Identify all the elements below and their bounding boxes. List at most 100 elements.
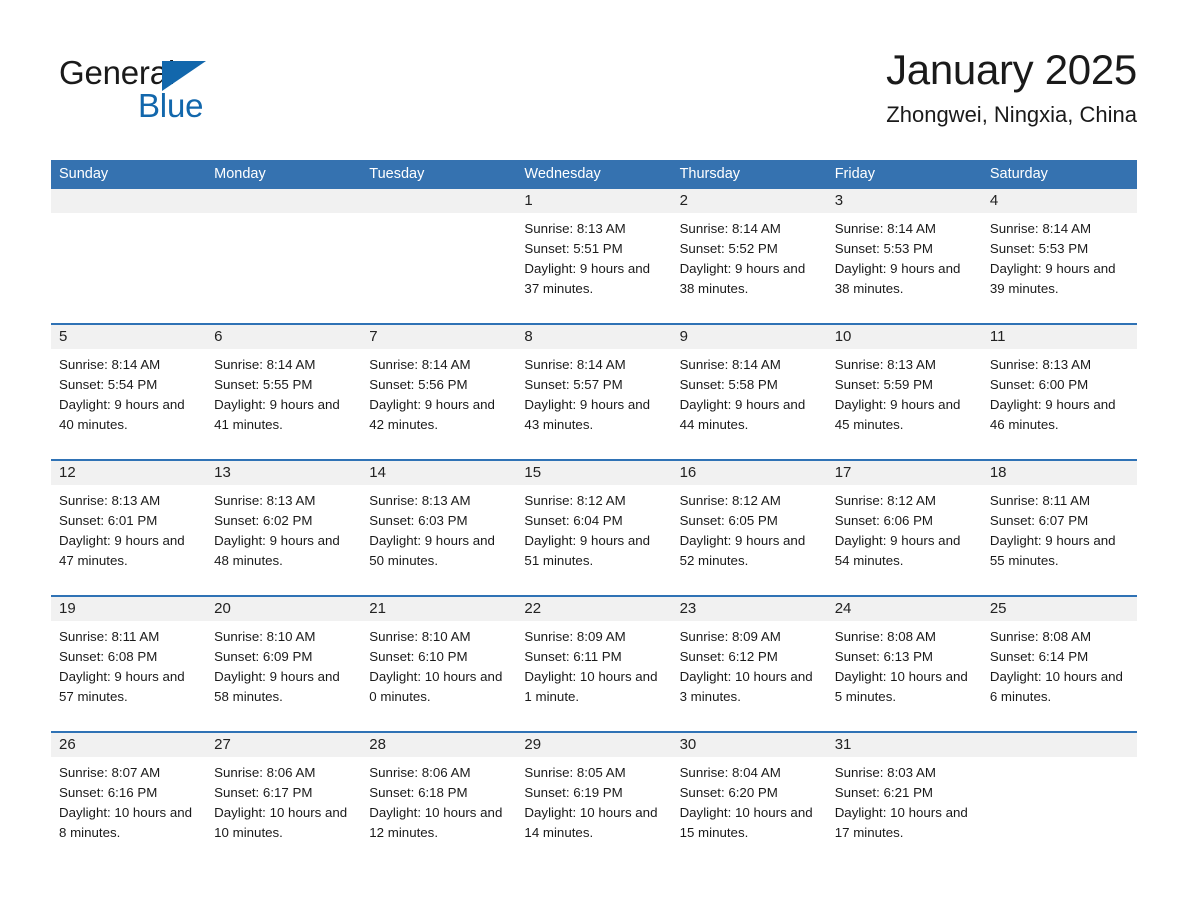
calendar-day-cell[interactable]: 17 Sunrise: 8:12 AM Sunset: 6:06 PM Dayligh… xyxy=(826,459,982,596)
sunset-text: Sunset: 5:53 PM xyxy=(834,241,934,256)
sunrise-text: Sunrise: 8:13 AM xyxy=(214,493,316,508)
daylight-text: Daylight: 10 hours and 0 minutes. xyxy=(369,669,503,704)
day-cell-inner: 23 Sunrise: 8:09 AM Sunset: 6:12 PM Dayligh… xyxy=(671,597,827,731)
day-cell-details: Sunrise: 8:09 AM Sunset: 6:11 PM Daylight:… xyxy=(516,621,671,707)
day-number-band: 11 xyxy=(981,325,1137,349)
calendar-day-cell[interactable]: 9 Sunrise: 8:14 AM Sunset: 5:58 PM Daylight… xyxy=(671,323,827,460)
calendar-day-cell[interactable]: 31 Sunrise: 8:03 AM Sunset: 6:21 PM Dayligh… xyxy=(826,731,982,867)
calendar-day-cell[interactable]: 14 Sunrise: 8:13 AM Sunset: 6:03 PM Dayligh… xyxy=(361,459,517,596)
calendar-day-cell-empty xyxy=(206,189,362,324)
calendar-day-cell[interactable]: 29 Sunrise: 8:05 AM Sunset: 6:19 PM Dayligh… xyxy=(516,731,672,867)
day-number: 28 xyxy=(369,736,386,753)
calendar-day-cell[interactable]: 5 Sunrise: 8:14 AM Sunset: 5:54 PM Daylight… xyxy=(51,323,207,460)
sunset-text: Sunset: 6:20 PM xyxy=(679,785,778,800)
calendar-day-cell[interactable]: 23 Sunrise: 8:09 AM Sunset: 6:12 PM Dayligh… xyxy=(671,595,827,732)
sunset-text: Sunset: 5:55 PM xyxy=(214,377,313,392)
day-cell-inner: 24 Sunrise: 8:08 AM Sunset: 6:13 PM Dayligh… xyxy=(826,597,982,731)
day-cell-details: Sunrise: 8:11 AM Sunset: 6:07 PM Daylight:… xyxy=(982,485,1137,571)
calendar-day-cell[interactable]: 18 Sunrise: 8:11 AM Sunset: 6:07 PM Dayligh… xyxy=(981,459,1137,596)
calendar-day-cell[interactable]: 6 Sunrise: 8:14 AM Sunset: 5:55 PM Daylight… xyxy=(206,323,362,460)
daylight-text: Daylight: 9 hours and 43 minutes. xyxy=(524,397,651,432)
day-number: 8 xyxy=(524,328,533,345)
sunrise-text: Sunrise: 8:09 AM xyxy=(524,629,626,644)
sunset-text: Sunset: 6:07 PM xyxy=(989,513,1089,528)
calendar-day-cell[interactable]: 19 Sunrise: 8:11 AM Sunset: 6:08 PM Dayligh… xyxy=(51,595,207,732)
calendar-day-cell[interactable]: 21 Sunrise: 8:10 AM Sunset: 6:10 PM Dayligh… xyxy=(361,595,517,732)
sunset-text: Sunset: 6:19 PM xyxy=(524,785,623,800)
calendar-day-cell-empty xyxy=(51,189,207,324)
daylight-text: Daylight: 10 hours and 5 minutes. xyxy=(834,669,968,704)
sunrise-text: Sunrise: 8:14 AM xyxy=(834,221,936,236)
calendar-day-cell[interactable]: 1 Sunrise: 8:13 AM Sunset: 5:51 PM Daylight… xyxy=(516,189,672,324)
calendar-day-cell[interactable]: 16 Sunrise: 8:12 AM Sunset: 6:05 PM Dayligh… xyxy=(671,459,827,596)
sunrise-text: Sunrise: 8:10 AM xyxy=(214,629,316,644)
weekday-header-tuesday: Tuesday xyxy=(361,160,517,189)
sunset-text: Sunset: 6:05 PM xyxy=(679,513,778,528)
sunrise-text: Sunrise: 8:13 AM xyxy=(524,221,626,236)
day-cell-details: Sunrise: 8:12 AM Sunset: 6:06 PM Daylight:… xyxy=(827,485,982,571)
calendar-day-cell[interactable]: 11 Sunrise: 8:13 AM Sunset: 6:00 PM Dayligh… xyxy=(981,323,1137,460)
calendar-day-cell[interactable]: 3 Sunrise: 8:14 AM Sunset: 5:53 PM Daylight… xyxy=(826,189,982,324)
calendar-day-cell[interactable]: 7 Sunrise: 8:14 AM Sunset: 5:56 PM Daylight… xyxy=(361,323,517,460)
calendar-day-cell[interactable]: 28 Sunrise: 8:06 AM Sunset: 6:18 PM Dayligh… xyxy=(361,731,517,867)
calendar-table: Sunday Monday Tuesday Wednesday Thursday… xyxy=(51,160,1137,867)
sunset-text: Sunset: 5:58 PM xyxy=(679,377,778,392)
day-number: 10 xyxy=(834,328,852,345)
day-number-band: 4 xyxy=(981,189,1137,213)
day-number-band: 21 xyxy=(361,597,517,621)
calendar-day-cell[interactable]: 10 Sunrise: 8:13 AM Sunset: 5:59 PM Dayligh… xyxy=(826,323,982,460)
sunset-text: Sunset: 6:12 PM xyxy=(679,649,778,664)
weekday-header-wednesday: Wednesday xyxy=(516,160,672,189)
day-cell-details: Sunrise: 8:14 AM Sunset: 5:53 PM Daylight:… xyxy=(982,213,1137,299)
day-number-band: 30 xyxy=(671,733,827,757)
calendar-day-cell[interactable]: 13 Sunrise: 8:13 AM Sunset: 6:02 PM Dayligh… xyxy=(206,459,362,596)
day-number-band: 3 xyxy=(826,189,982,213)
day-number-band: 28 xyxy=(361,733,517,757)
sunrise-text: Sunrise: 8:11 AM xyxy=(59,629,160,644)
day-cell-inner: 28 Sunrise: 8:06 AM Sunset: 6:18 PM Dayligh… xyxy=(361,733,517,867)
calendar-day-cell[interactable]: 26 Sunrise: 8:07 AM Sunset: 6:16 PM Dayligh… xyxy=(51,731,207,867)
calendar-day-cell[interactable]: 20 Sunrise: 8:10 AM Sunset: 6:09 PM Dayligh… xyxy=(206,595,362,732)
calendar-day-cell[interactable]: 12 Sunrise: 8:13 AM Sunset: 6:01 PM Dayligh… xyxy=(51,459,207,596)
sunset-text: Sunset: 6:11 PM xyxy=(524,649,622,664)
sunset-text: Sunset: 6:06 PM xyxy=(834,513,934,528)
calendar-day-cell[interactable]: 24 Sunrise: 8:08 AM Sunset: 6:13 PM Dayligh… xyxy=(826,595,982,732)
day-number: 17 xyxy=(834,464,852,481)
day-number: 19 xyxy=(59,600,76,617)
sunset-text: Sunset: 6:03 PM xyxy=(369,513,468,528)
sunrise-text: Sunrise: 8:13 AM xyxy=(59,493,161,508)
day-cell-inner xyxy=(206,189,362,323)
daylight-text: Daylight: 9 hours and 54 minutes. xyxy=(834,533,961,568)
calendar-day-cell[interactable]: 15 Sunrise: 8:12 AM Sunset: 6:04 PM Dayligh… xyxy=(516,459,672,596)
calendar-day-cell[interactable]: 2 Sunrise: 8:14 AM Sunset: 5:52 PM Daylight… xyxy=(671,189,827,324)
calendar-day-cell[interactable]: 27 Sunrise: 8:06 AM Sunset: 6:17 PM Dayligh… xyxy=(206,731,362,867)
calendar-day-cell[interactable]: 4 Sunrise: 8:14 AM Sunset: 5:53 PM Daylight… xyxy=(981,189,1137,324)
day-cell-details: Sunrise: 8:13 AM Sunset: 5:51 PM Daylight:… xyxy=(516,213,671,299)
daylight-text: Daylight: 10 hours and 14 minutes. xyxy=(524,805,658,840)
day-number-band: 1 xyxy=(516,189,672,213)
daylight-text: Daylight: 9 hours and 50 minutes. xyxy=(369,533,495,568)
sunrise-text: Sunrise: 8:14 AM xyxy=(214,357,316,372)
sunset-text: Sunset: 6:17 PM xyxy=(214,785,313,800)
daylight-text: Daylight: 9 hours and 55 minutes. xyxy=(989,533,1116,568)
calendar-week-row: 26 Sunrise: 8:07 AM Sunset: 6:16 PM Dayligh… xyxy=(51,731,1137,867)
day-cell-inner: 5 Sunrise: 8:14 AM Sunset: 5:54 PM Daylight… xyxy=(51,325,207,459)
daylight-text: Daylight: 9 hours and 47 minutes. xyxy=(59,533,185,568)
day-cell-details: Sunrise: 8:03 AM Sunset: 6:21 PM Daylight:… xyxy=(827,757,982,843)
day-cell-details: Sunrise: 8:14 AM Sunset: 5:53 PM Daylight:… xyxy=(827,213,982,299)
day-cell-inner: 16 Sunrise: 8:12 AM Sunset: 6:05 PM Dayligh… xyxy=(671,461,827,595)
day-number-band: 9 xyxy=(671,325,827,349)
day-number: 14 xyxy=(369,464,386,481)
calendar-day-cell[interactable]: 22 Sunrise: 8:09 AM Sunset: 6:11 PM Dayligh… xyxy=(516,595,672,732)
daylight-text: Daylight: 9 hours and 37 minutes. xyxy=(524,261,651,296)
day-cell-details: Sunrise: 8:04 AM Sunset: 6:20 PM Daylight:… xyxy=(672,757,827,843)
calendar-day-cell[interactable]: 30 Sunrise: 8:04 AM Sunset: 6:20 PM Dayligh… xyxy=(671,731,827,867)
sunrise-text: Sunrise: 8:14 AM xyxy=(369,357,471,372)
calendar-header-row: Sunday Monday Tuesday Wednesday Thursday… xyxy=(51,160,1137,189)
calendar-day-cell[interactable]: 25 Sunrise: 8:08 AM Sunset: 6:14 PM Dayligh… xyxy=(981,595,1137,732)
sunrise-text: Sunrise: 8:08 AM xyxy=(989,629,1092,644)
day-cell-details: Sunrise: 8:13 AM Sunset: 6:03 PM Daylight:… xyxy=(361,485,516,571)
calendar-week-row: 5 Sunrise: 8:14 AM Sunset: 5:54 PM Daylight… xyxy=(51,323,1137,460)
calendar-page: General Blue January 2025 Zhongwei, Ning… xyxy=(0,0,1188,918)
calendar-day-cell[interactable]: 8 Sunrise: 8:14 AM Sunset: 5:57 PM Daylight… xyxy=(516,323,672,460)
